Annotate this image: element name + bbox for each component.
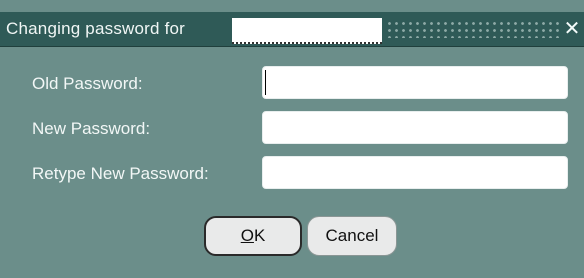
old-password-label: Old Password: xyxy=(32,74,143,93)
new-password-label: New Password: xyxy=(32,119,151,138)
dialog-titlebar[interactable]: Changing password for ✕ xyxy=(0,12,584,47)
change-password-dialog: Changing password for ✕ Old Password: Ne… xyxy=(0,0,584,278)
retype-password-label: Retype New Password: xyxy=(32,164,209,183)
new-password-field[interactable] xyxy=(262,111,568,144)
redacted-username xyxy=(232,18,382,44)
old-password-row: Old Password: xyxy=(0,66,584,102)
ok-mnemonic: O xyxy=(240,226,254,245)
ok-button[interactable]: OK xyxy=(204,216,302,256)
new-password-row: New Password: xyxy=(0,111,584,147)
retype-password-row: Retype New Password: xyxy=(0,156,584,192)
close-icon[interactable]: ✕ xyxy=(562,17,582,39)
titlebar-pattern xyxy=(386,20,562,38)
screen: Changing password for ✕ Old Password: Ne… xyxy=(0,0,584,278)
old-password-field[interactable] xyxy=(262,66,568,99)
cancel-button[interactable]: Cancel xyxy=(307,216,397,256)
retype-password-field[interactable] xyxy=(262,156,568,189)
ok-label-rest: K xyxy=(253,226,266,245)
dialog-title: Changing password for xyxy=(6,19,186,38)
text-caret xyxy=(265,70,266,95)
